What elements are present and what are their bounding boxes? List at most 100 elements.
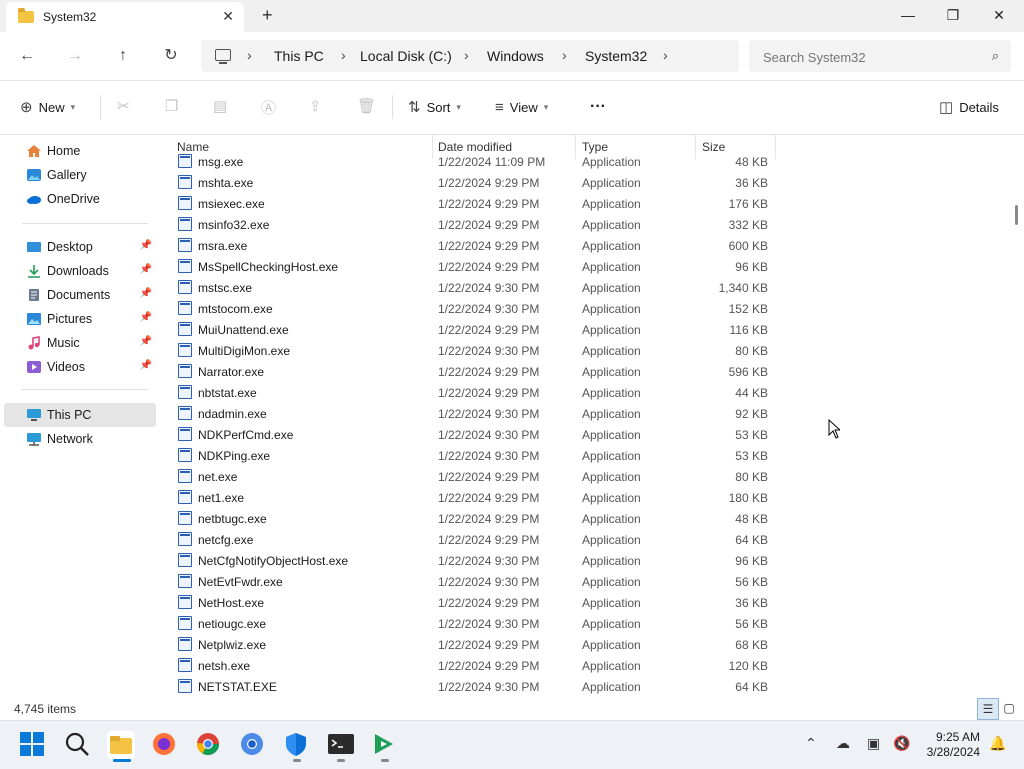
chrome-icon[interactable] bbox=[195, 731, 223, 759]
file-row[interactable]: msiexec.exe 1/22/2024 9:29 PM Application 1… bbox=[170, 193, 1015, 214]
chevron-right-icon[interactable]: › bbox=[663, 47, 668, 63]
address-bar[interactable]: › This PC › Local Disk (C:) › Windows › … bbox=[201, 40, 739, 72]
up-button[interactable]: ↑ bbox=[110, 44, 136, 68]
close-tab-button[interactable]: ✕ bbox=[222, 8, 234, 25]
file-row[interactable]: msra.exe 1/22/2024 9:29 PM Application 600 … bbox=[170, 235, 1015, 256]
chevron-up-icon[interactable]: ⌃ bbox=[805, 735, 817, 752]
file-row[interactable]: mshta.exe 1/22/2024 9:29 PM Application 36 … bbox=[170, 172, 1015, 193]
more-options-button[interactable]: ··· bbox=[590, 97, 606, 117]
file-row[interactable]: NetHost.exe 1/22/2024 9:29 PM Application 3… bbox=[170, 592, 1015, 613]
breadcrumb-system32[interactable]: System32 bbox=[585, 48, 647, 64]
sidebar-item-music[interactable]: Music 📌 bbox=[4, 331, 156, 355]
new-button[interactable]: ⊕ New ▾ bbox=[20, 97, 75, 117]
search-input[interactable] bbox=[761, 46, 975, 68]
notification-bell-icon[interactable]: 🔔 bbox=[989, 735, 1006, 752]
pin-icon[interactable]: 📌 bbox=[140, 336, 152, 347]
search-box[interactable]: ⌕ bbox=[749, 40, 1011, 72]
sidebar-item-onedrive[interactable]: OneDrive bbox=[4, 187, 156, 211]
new-tab-button[interactable]: + bbox=[262, 5, 273, 26]
paste-icon[interactable]: ▤ bbox=[213, 97, 227, 115]
chrome-alt-icon[interactable] bbox=[239, 731, 267, 759]
file-row[interactable]: netsh.exe 1/22/2024 9:29 PM Application 120… bbox=[170, 655, 1015, 676]
file-row[interactable]: NetEvtFwdr.exe 1/22/2024 9:30 PM Applicati… bbox=[170, 571, 1015, 592]
tab-system32[interactable]: System32 ✕ bbox=[6, 2, 244, 32]
pin-icon[interactable]: 📌 bbox=[140, 312, 152, 323]
pin-icon[interactable]: 📌 bbox=[140, 288, 152, 299]
details-button[interactable]: ◫ Details bbox=[939, 97, 999, 117]
sidebar-item-pictures[interactable]: Pictures 📌 bbox=[4, 307, 156, 331]
file-row[interactable]: NDKPerfCmd.exe 1/22/2024 9:30 PM Applicati… bbox=[170, 424, 1015, 445]
details-pane-icon: ◫ bbox=[939, 99, 954, 116]
close-window-button[interactable]: ✕ bbox=[976, 0, 1022, 30]
file-row[interactable]: MuiUnattend.exe 1/22/2024 9:29 PM Applicat… bbox=[170, 319, 1015, 340]
start-icon[interactable] bbox=[19, 731, 47, 759]
file-row[interactable]: NETSTAT.EXE 1/22/2024 9:30 PM Application 6… bbox=[170, 676, 1015, 695]
view-button[interactable]: ≡ View ▾ bbox=[495, 97, 548, 117]
refresh-button[interactable]: ↻ bbox=[158, 44, 184, 68]
app-icon[interactable] bbox=[371, 731, 399, 759]
file-row[interactable]: MultiDigiMon.exe 1/22/2024 9:30 PM Applica… bbox=[170, 340, 1015, 361]
file-explorer-icon[interactable] bbox=[107, 731, 135, 759]
sidebar-item-videos[interactable]: Videos 📌 bbox=[4, 355, 156, 379]
breadcrumb-windows[interactable]: Windows bbox=[487, 48, 544, 64]
details-view-button[interactable]: ☰ bbox=[977, 698, 999, 720]
search-icon[interactable] bbox=[64, 731, 92, 759]
volume-muted-icon[interactable]: 🔇 bbox=[893, 735, 910, 752]
firefox-icon[interactable] bbox=[151, 731, 179, 759]
file-row[interactable]: netiougc.exe 1/22/2024 9:30 PM Application… bbox=[170, 613, 1015, 634]
sort-button[interactable]: ⇅ Sort ▾ bbox=[408, 97, 461, 117]
file-size: 120 KB bbox=[728, 659, 768, 673]
file-name: NetHost.exe bbox=[198, 596, 265, 610]
cut-icon[interactable]: ✂ bbox=[117, 97, 130, 115]
application-icon bbox=[178, 532, 192, 546]
file-row[interactable]: NetCfgNotifyObjectHost.exe 1/22/2024 9:30… bbox=[170, 550, 1015, 571]
breadcrumb-this-pc[interactable]: This PC bbox=[274, 48, 324, 64]
application-icon bbox=[178, 364, 192, 378]
sidebar-item-gallery[interactable]: Gallery bbox=[4, 163, 156, 187]
file-row[interactable]: mstsc.exe 1/22/2024 9:30 PM Application 1,3… bbox=[170, 277, 1015, 298]
minimize-button[interactable]: — bbox=[885, 0, 931, 30]
file-row[interactable]: msinfo32.exe 1/22/2024 9:29 PM Application… bbox=[170, 214, 1015, 235]
onedrive-offline-icon[interactable]: ☁ bbox=[836, 735, 850, 752]
file-row[interactable]: ndadmin.exe 1/22/2024 9:30 PM Application 9… bbox=[170, 403, 1015, 424]
sidebar-item-downloads[interactable]: Downloads 📌 bbox=[4, 259, 156, 283]
status-bar: 4,745 items ☰ ▢ bbox=[0, 697, 1024, 720]
maximize-button[interactable]: ❐ bbox=[930, 0, 976, 30]
sidebar-item-documents[interactable]: Documents 📌 bbox=[4, 283, 156, 307]
file-row[interactable]: Narrator.exe 1/22/2024 9:29 PM Application… bbox=[170, 361, 1015, 382]
file-row[interactable]: net.exe 1/22/2024 9:29 PM Application 80 KB bbox=[170, 466, 1015, 487]
file-row[interactable]: NDKPing.exe 1/22/2024 9:30 PM Application 5… bbox=[170, 445, 1015, 466]
file-type: Application bbox=[582, 302, 641, 316]
application-icon bbox=[178, 490, 192, 504]
file-row[interactable]: nbtstat.exe 1/22/2024 9:29 PM Application 4… bbox=[170, 382, 1015, 403]
sidebar-item-desktop[interactable]: Desktop 📌 bbox=[4, 235, 156, 259]
sidebar-item-network[interactable]: Network bbox=[4, 427, 156, 451]
forward-button[interactable]: → bbox=[62, 44, 88, 68]
share-icon[interactable]: ⇪ bbox=[309, 97, 322, 115]
scrollbar-thumb[interactable] bbox=[1015, 205, 1018, 225]
file-name: msra.exe bbox=[198, 239, 248, 253]
back-button[interactable]: ← bbox=[14, 44, 40, 68]
pin-icon[interactable]: 📌 bbox=[140, 360, 152, 371]
tiles-view-button[interactable]: ▢ bbox=[999, 698, 1019, 718]
defender-icon[interactable] bbox=[283, 731, 311, 759]
file-row[interactable]: net1.exe 1/22/2024 9:29 PM Application 180 … bbox=[170, 487, 1015, 508]
sidebar-item-this-pc[interactable]: This PC bbox=[4, 403, 156, 427]
file-row[interactable]: netcfg.exe 1/22/2024 9:29 PM Application 64… bbox=[170, 529, 1015, 550]
file-row[interactable]: msg.exe 1/22/2024 11:09 PM Application 48 K… bbox=[170, 151, 1015, 172]
file-row[interactable]: mtstocom.exe 1/22/2024 9:30 PM Application… bbox=[170, 298, 1015, 319]
pin-icon[interactable]: 📌 bbox=[140, 240, 152, 251]
delete-icon[interactable]: 🗑 bbox=[357, 97, 376, 115]
copy-icon[interactable]: ❐ bbox=[165, 97, 178, 115]
sidebar-item-home[interactable]: Home bbox=[4, 139, 156, 163]
clock[interactable]: 9:25 AM 3/28/2024 bbox=[927, 730, 980, 760]
plus-circle-icon: ⊕ bbox=[20, 99, 33, 116]
network-tray-icon[interactable]: ▣ bbox=[867, 735, 880, 752]
file-row[interactable]: MsSpellCheckingHost.exe 1/22/2024 9:29 PM… bbox=[170, 256, 1015, 277]
terminal-icon[interactable] bbox=[327, 731, 355, 759]
breadcrumb-local-disk[interactable]: Local Disk (C:) bbox=[360, 48, 452, 64]
file-row[interactable]: netbtugc.exe 1/22/2024 9:29 PM Application… bbox=[170, 508, 1015, 529]
pin-icon[interactable]: 📌 bbox=[140, 264, 152, 275]
file-row[interactable]: Netplwiz.exe 1/22/2024 9:29 PM Application… bbox=[170, 634, 1015, 655]
rename-icon[interactable]: Ⓐ bbox=[261, 97, 276, 118]
